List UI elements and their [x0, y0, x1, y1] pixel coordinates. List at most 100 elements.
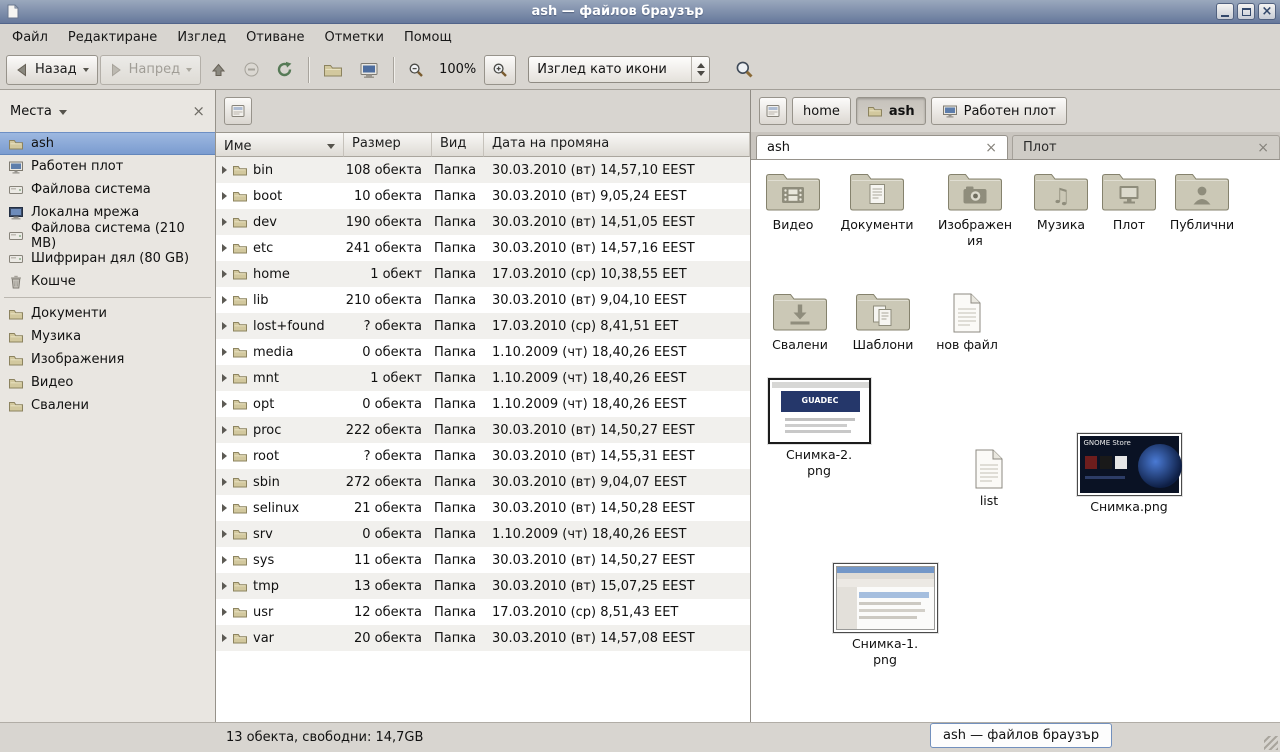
- back-button[interactable]: Назад: [6, 55, 98, 85]
- sidebar-item-pictures[interactable]: Изображения: [0, 348, 215, 371]
- reload-button[interactable]: [269, 55, 301, 85]
- minimize-button[interactable]: [1216, 3, 1234, 20]
- icon-item-documents[interactable]: Документи: [829, 168, 925, 233]
- sidebar-item-videos[interactable]: Видео: [0, 371, 215, 394]
- expander-icon[interactable]: [222, 452, 227, 460]
- tab-plot[interactable]: Плот×: [1012, 135, 1280, 159]
- menu-file[interactable]: Файл: [2, 26, 58, 49]
- file-row-mnt[interactable]: mnt1 обектПапка1.10.2009 (чт) 18,40,26 E…: [216, 365, 750, 391]
- sidebar-item-volume-210[interactable]: Файлова система (210 MB): [0, 224, 215, 247]
- expander-icon[interactable]: [222, 634, 227, 642]
- forward-button[interactable]: Напред: [100, 55, 201, 85]
- sidebar-item-documents[interactable]: Документи: [0, 302, 215, 325]
- menu-help[interactable]: Помощ: [394, 26, 462, 49]
- home-button[interactable]: [316, 55, 350, 85]
- zoom-out-button[interactable]: [401, 55, 431, 85]
- column-header-type[interactable]: Вид: [432, 133, 484, 157]
- tab-close-icon[interactable]: ×: [985, 141, 997, 155]
- file-row-lost+found[interactable]: lost+found? обектаПапка17.03.2010 (ср) 8…: [216, 313, 750, 339]
- zoom-in-button[interactable]: [484, 55, 516, 85]
- file-row-lib[interactable]: lib210 обектаПапка30.03.2010 (вт) 9,04,1…: [216, 287, 750, 313]
- file-row-dev[interactable]: dev190 обектаПапка30.03.2010 (вт) 14,51,…: [216, 209, 750, 235]
- file-row-var[interactable]: var20 обектаПапка30.03.2010 (вт) 14,57,0…: [216, 625, 750, 651]
- expander-icon[interactable]: [222, 556, 227, 564]
- file-row-bin[interactable]: bin108 обектаПапка30.03.2010 (вт) 14,57,…: [216, 157, 750, 183]
- icon-item-list[interactable]: list: [941, 448, 1037, 509]
- search-button[interactable]: [728, 55, 761, 85]
- expander-icon[interactable]: [222, 504, 227, 512]
- file-row-tmp[interactable]: tmp13 обектаПапка30.03.2010 (вт) 15,07,2…: [216, 573, 750, 599]
- icon-item-pictures[interactable]: Изображен ия: [927, 168, 1023, 250]
- computer-button[interactable]: [352, 55, 386, 85]
- file-row-home[interactable]: home1 обектПапка17.03.2010 (ср) 10,38,55…: [216, 261, 750, 287]
- expander-icon[interactable]: [222, 530, 227, 538]
- expander-icon[interactable]: [222, 478, 227, 486]
- icon-item-snimka-2[interactable]: GUADECСнимка-2. png: [771, 378, 867, 480]
- icon-item-snimka-1[interactable]: Снимка-1. png: [837, 563, 933, 669]
- sidebar-selector-chevron-icon[interactable]: [59, 110, 67, 115]
- path-button-desktop[interactable]: Работен плот: [931, 97, 1067, 125]
- icon-item-public[interactable]: Публични: [1154, 168, 1250, 233]
- expander-icon[interactable]: [222, 374, 227, 382]
- sidebar-item-ash[interactable]: ash: [0, 132, 215, 155]
- file-row-sbin[interactable]: sbin272 обектаПапка30.03.2010 (вт) 9,04,…: [216, 469, 750, 495]
- icon-item-videos[interactable]: Видео: [751, 168, 841, 233]
- column-header-size[interactable]: Размер: [344, 133, 432, 157]
- expander-icon[interactable]: [222, 348, 227, 356]
- expander-icon[interactable]: [222, 322, 227, 330]
- sidebar-item-music[interactable]: Музика: [0, 325, 215, 348]
- file-row-boot[interactable]: boot10 обектаПапка30.03.2010 (вт) 9,05,2…: [216, 183, 750, 209]
- file-row-srv[interactable]: srv0 обектаПапка1.10.2009 (чт) 18,40,26 …: [216, 521, 750, 547]
- maximize-button[interactable]: [1237, 3, 1255, 20]
- close-button[interactable]: ×: [1258, 3, 1276, 20]
- file-row-proc[interactable]: proc222 обектаПапка30.03.2010 (вт) 14,50…: [216, 417, 750, 443]
- window-menu-icon[interactable]: [4, 3, 22, 21]
- expander-icon[interactable]: [222, 192, 227, 200]
- sidebar-item-downloads[interactable]: Свалени: [0, 394, 215, 417]
- menu-edit[interactable]: Редактиране: [58, 26, 167, 49]
- titlebar[interactable]: ash — файлов браузър ×: [0, 0, 1280, 24]
- file-row-root[interactable]: root? обектаПапка30.03.2010 (вт) 14,55,3…: [216, 443, 750, 469]
- file-row-media[interactable]: media0 обектаПапка1.10.2009 (чт) 18,40,2…: [216, 339, 750, 365]
- up-button[interactable]: [203, 55, 234, 85]
- menu-bookmarks[interactable]: Отметки: [314, 26, 393, 49]
- file-row-opt[interactable]: opt0 обектаПапка1.10.2009 (чт) 18,40,26 …: [216, 391, 750, 417]
- file-row-selinux[interactable]: selinux21 обектаПапка30.03.2010 (вт) 14,…: [216, 495, 750, 521]
- expander-icon[interactable]: [222, 270, 227, 278]
- path-button-ash[interactable]: ash: [856, 97, 926, 125]
- tab-ash[interactable]: ash×: [756, 135, 1008, 159]
- icon-item-downloads[interactable]: Свалени: [752, 288, 848, 353]
- sidebar-item-trash[interactable]: Кошче: [0, 270, 215, 293]
- expander-icon[interactable]: [222, 582, 227, 590]
- file-row-etc[interactable]: etc241 обектаПапка30.03.2010 (вт) 14,57,…: [216, 235, 750, 261]
- menu-view[interactable]: Изглед: [167, 26, 236, 49]
- view-mode-select[interactable]: Изглед като икони: [528, 56, 710, 83]
- path-button-location[interactable]: [759, 97, 787, 125]
- sidebar-item-filesystem[interactable]: Файлова система: [0, 178, 215, 201]
- icon-item-new-file[interactable]: нов файл: [919, 292, 1015, 353]
- sidebar-item-volume-80[interactable]: Шифриран дял (80 GB): [0, 247, 215, 270]
- sidebar-close-icon[interactable]: ×: [192, 104, 205, 119]
- file-row-sys[interactable]: sys11 обектаПапка30.03.2010 (вт) 14,50,2…: [216, 547, 750, 573]
- file-row-usr[interactable]: usr12 обектаПапка17.03.2010 (ср) 8,51,43…: [216, 599, 750, 625]
- path-button-home[interactable]: home: [792, 97, 851, 125]
- icon-item-templates[interactable]: Шаблони: [835, 288, 931, 353]
- expander-icon[interactable]: [222, 426, 227, 434]
- column-header-name[interactable]: Име: [216, 133, 344, 157]
- stop-button[interactable]: [236, 55, 267, 85]
- icon-view[interactable]: ВидеоДокументиИзображен ия♫МузикаПлотПуб…: [751, 160, 1280, 722]
- tab-close-icon[interactable]: ×: [1257, 141, 1269, 155]
- file-type: Папка: [432, 267, 484, 282]
- expander-icon[interactable]: [222, 218, 227, 226]
- column-header-date[interactable]: Дата на промяна: [484, 133, 750, 157]
- file-name: home: [253, 267, 290, 282]
- expander-icon[interactable]: [222, 608, 227, 616]
- expander-icon[interactable]: [222, 244, 227, 252]
- expander-icon[interactable]: [222, 400, 227, 408]
- icon-item-snimka[interactable]: GNOME StoreСнимка.png: [1081, 433, 1177, 515]
- menu-go[interactable]: Отиване: [236, 26, 314, 49]
- location-button[interactable]: [224, 97, 252, 125]
- expander-icon[interactable]: [222, 296, 227, 304]
- expander-icon[interactable]: [222, 166, 227, 174]
- sidebar-item-desktop[interactable]: Работен плот: [0, 155, 215, 178]
